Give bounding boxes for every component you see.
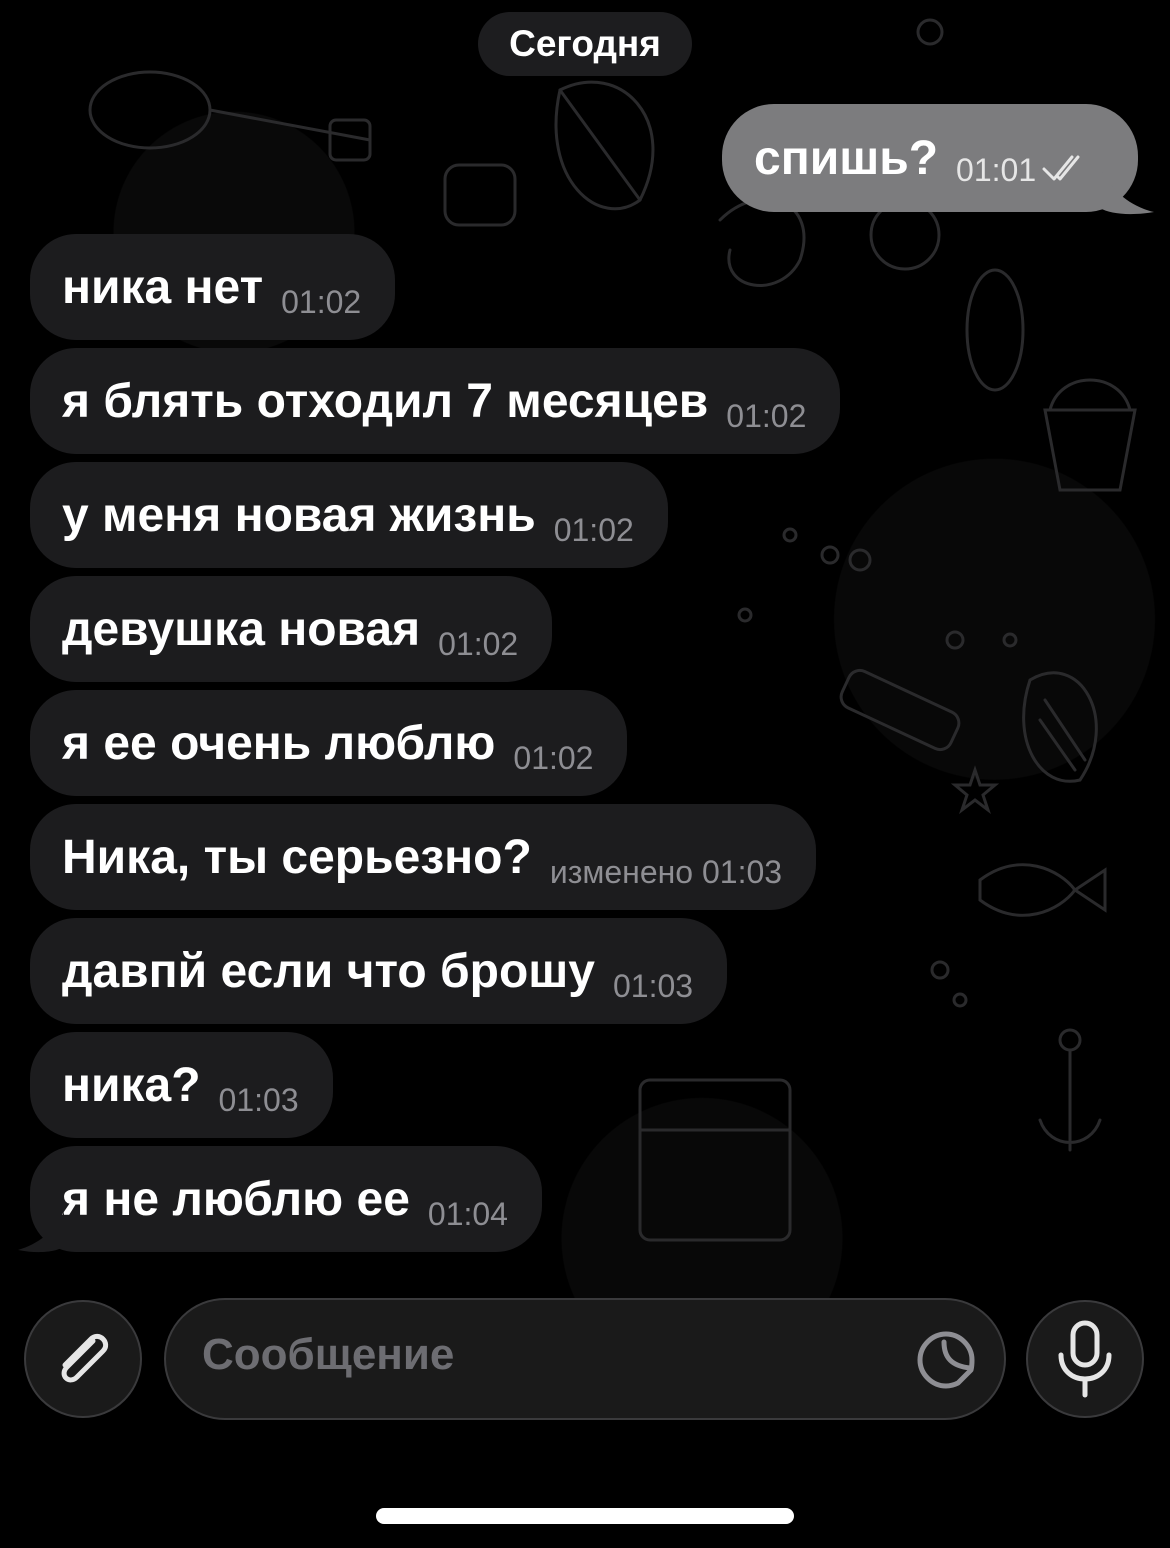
message-time: 01:01 [956,151,1037,188]
outgoing-message[interactable]: спишь? 01:01 [722,104,1138,212]
sticker-icon[interactable] [914,1328,978,1392]
message-text: девушка новая [62,602,421,656]
message-time: 01:03 [218,1081,299,1118]
message-input[interactable]: Сообщение [164,1298,1006,1420]
attach-button[interactable] [24,1300,142,1418]
message-text: ника? [62,1058,201,1112]
message-time: 01:02 [553,511,634,548]
message-time: 01:03 [613,967,694,1004]
message-text: спишь? [754,131,939,185]
voice-record-button[interactable] [1026,1300,1144,1418]
incoming-message[interactable]: я не люблю ее 01:04 [30,1146,542,1252]
message-text: у меня новая жизнь [62,488,536,542]
incoming-message[interactable]: я блять отходил 7 месяцев 01:02 [30,348,841,454]
message-text: я ее очень люблю [62,716,496,770]
message-text: я не люблю ее [62,1172,410,1226]
message-time: 01:02 [281,283,362,320]
incoming-message[interactable]: давпй если что брошу 01:03 [30,918,728,1024]
home-indicator [376,1508,794,1524]
incoming-message[interactable]: девушка новая 01:02 [30,576,553,682]
message-text: ника нет [62,260,264,314]
date-separator: Сегодня [478,12,692,76]
incoming-message[interactable]: у меня новая жизнь 01:02 [30,462,668,568]
message-text: давпй если что брошу [62,944,595,998]
message-time: 01:02 [513,739,594,776]
message-time: изменено 01:03 [549,853,783,890]
incoming-message[interactable]: Ника, ты серьезно? изменено 01:03 [30,804,817,910]
message-input-placeholder: Сообщение [202,1330,455,1379]
message-text: я блять отходил 7 месяцев [62,374,709,428]
read-checkmarks-icon [1042,155,1080,181]
incoming-message[interactable]: ника? 01:03 [30,1032,333,1138]
incoming-message[interactable]: ника нет 01:02 [30,234,396,340]
message-text: Ника, ты серьезно? [62,830,532,884]
incoming-message[interactable]: я ее очень люблю 01:02 [30,690,628,796]
microphone-icon [1058,1320,1112,1398]
paperclip-icon [61,1333,109,1383]
outgoing-bubble-tail [1100,168,1154,215]
message-time: 01:02 [726,397,807,434]
message-time: 01:04 [427,1195,508,1232]
date-label: Сегодня [509,23,661,64]
message-time: 01:02 [438,625,519,662]
incoming-bubble-tail [18,1212,64,1253]
